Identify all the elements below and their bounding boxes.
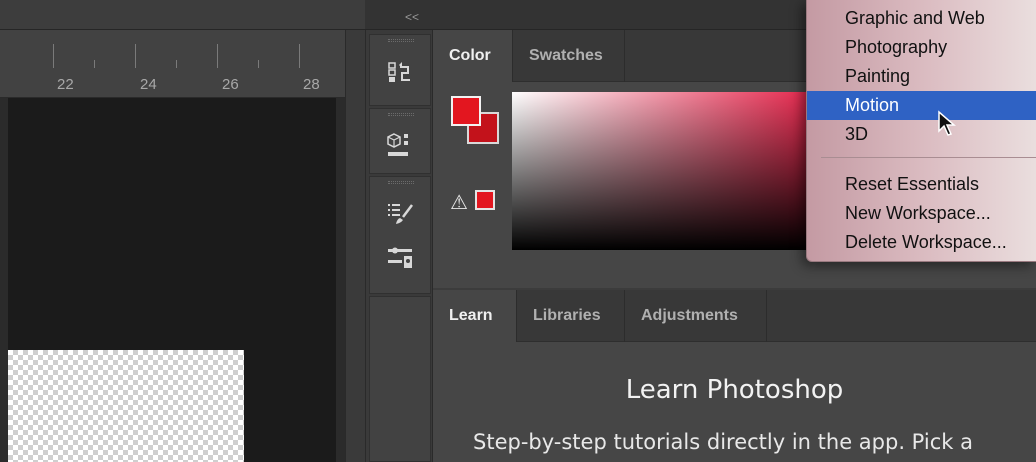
ruler-label-24: 24 [140, 76, 157, 93]
ruler-label-22: 22 [57, 76, 74, 93]
tab-swatches[interactable]: Swatches [513, 30, 625, 82]
3d-panel-group [369, 108, 431, 174]
tab-color[interactable]: Color [433, 30, 513, 82]
drag-grip[interactable] [388, 181, 414, 184]
properties-icon[interactable] [386, 245, 416, 271]
ruler-tick [176, 60, 177, 68]
vertical-scrollbar[interactable] [345, 30, 365, 462]
ruler-tick [258, 60, 259, 68]
panel-icon-column [365, 30, 433, 462]
document-tab-strip [0, 0, 365, 30]
brush-settings-icon[interactable] [386, 201, 416, 227]
menu-item-3d[interactable]: 3D [807, 120, 1036, 149]
mouse-cursor-icon [938, 110, 957, 136]
empty-panel-group [369, 296, 431, 462]
menu-separator [821, 157, 1036, 158]
menu-item-delete-workspace[interactable]: Delete Workspace... [807, 228, 1036, 257]
drag-grip[interactable] [388, 39, 414, 42]
menu-item-reset-essentials[interactable]: Reset Essentials [807, 170, 1036, 199]
tab-libraries[interactable]: Libraries [517, 290, 625, 342]
learn-description: Step-by-step tutorials directly in the a… [473, 430, 973, 454]
history-icon[interactable] [386, 61, 416, 87]
menu-item-motion[interactable]: Motion [807, 91, 1036, 120]
ruler-tick [135, 44, 136, 68]
learn-title: Learn Photoshop [625, 375, 844, 405]
ruler-tick [217, 44, 218, 68]
ruler-tick [299, 44, 300, 68]
document-canvas-area: 22 24 26 28 [0, 0, 365, 462]
tab-learn[interactable]: Learn [433, 290, 517, 342]
history-panel-group [369, 34, 431, 106]
ruler-tick [94, 60, 95, 68]
collapse-panels-button[interactable]: << [405, 10, 419, 24]
ruler-tick [53, 44, 54, 68]
horizontal-ruler: 22 24 26 28 [0, 30, 345, 98]
learn-panel: Learn Libraries Adjustments Learn Photos… [433, 290, 1036, 462]
workspace-menu: Graphic and Web Photography Painting Mot… [806, 0, 1036, 262]
gamut-warning-icon: ⚠ [450, 192, 468, 214]
ruler-label-26: 26 [222, 76, 239, 93]
menu-item-new-workspace[interactable]: New Workspace... [807, 199, 1036, 228]
menu-item-graphic-and-web[interactable]: Graphic and Web [807, 4, 1036, 33]
foreground-color-swatch[interactable] [451, 96, 481, 126]
color-spectrum-field[interactable] [512, 92, 842, 250]
3d-object-icon[interactable] [386, 131, 416, 157]
drag-grip[interactable] [388, 113, 414, 116]
learn-panel-tabs: Learn Libraries Adjustments [433, 290, 1036, 342]
transparent-layer-area [8, 350, 244, 462]
brush-panel-group [369, 176, 431, 294]
menu-item-painting[interactable]: Painting [807, 62, 1036, 91]
gamut-color-swatch[interactable] [475, 190, 495, 210]
ruler-label-28: 28 [303, 76, 320, 93]
tab-adjustments[interactable]: Adjustments [625, 290, 767, 342]
menu-item-photography[interactable]: Photography [807, 33, 1036, 62]
